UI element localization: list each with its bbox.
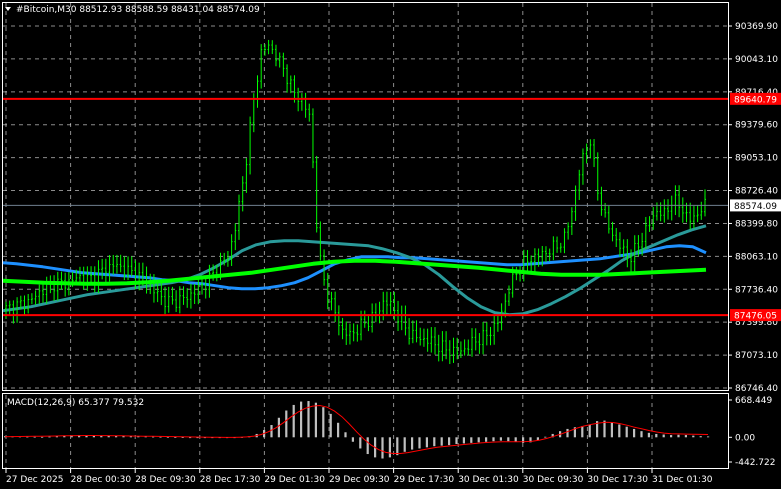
level-price-label: 87476.05 <box>734 312 777 322</box>
macd-histogram-bar <box>662 434 665 438</box>
macd-histogram-bar <box>499 437 502 441</box>
price-tick-label: 87073.10 <box>735 351 778 361</box>
macd-histogram-bar <box>440 437 443 446</box>
macd-histogram-bar <box>610 422 613 438</box>
current-price-label: 88574.09 <box>734 202 777 212</box>
price-tick-label: 88726.40 <box>735 187 778 197</box>
macd-histogram-bar <box>433 437 436 447</box>
macd-histogram-bar <box>448 437 451 446</box>
macd-histogram-bar <box>566 428 569 438</box>
macd-histogram-bar <box>647 432 650 438</box>
macd-histogram-bar <box>381 437 384 459</box>
time-tick-label: 30 Dec 01:30 <box>458 475 519 485</box>
time-tick-label: 28 Dec 17:30 <box>200 475 261 485</box>
macd-histogram-bar <box>411 437 414 450</box>
macd-histogram-bar <box>388 437 391 458</box>
price-tick-label: 90043.10 <box>735 55 778 65</box>
price-tick-label: 89053.10 <box>735 154 778 164</box>
macd-histogram-bar <box>285 410 288 438</box>
macd-histogram-bar <box>670 435 673 438</box>
macd-histogram-bar <box>603 420 606 438</box>
macd-histogram-bar <box>174 437 177 438</box>
macd-histogram-bar <box>707 436 710 438</box>
macd-histogram-bar <box>588 424 591 438</box>
macd-histogram-bar <box>677 434 680 438</box>
macd-histogram-bar <box>477 437 480 443</box>
time-tick-label: 28 Dec 00:30 <box>71 475 132 485</box>
macd-histogram-bar <box>640 431 643 438</box>
time-tick-label: 29 Dec 09:30 <box>329 475 390 485</box>
macd-histogram-bar <box>425 437 428 448</box>
macd-histogram-bar <box>181 437 184 438</box>
macd-histogram-bar <box>485 437 488 442</box>
macd-histogram-bar <box>455 437 458 444</box>
macd-histogram-bar <box>633 428 636 438</box>
macd-histogram-bar <box>351 437 354 442</box>
time-tick-label: 28 Dec 09:30 <box>135 475 196 485</box>
macd-histogram-bar <box>507 437 510 442</box>
chart-background <box>0 0 781 489</box>
trading-chart[interactable]: MACD(12,26,9) 65.377 79.532 668.449 0.00 -4… <box>0 0 781 489</box>
macd-histogram-bar <box>41 436 44 438</box>
price-tick-label: 87736.40 <box>735 285 778 295</box>
macd-histogram-bar <box>655 433 658 438</box>
macd-histogram-bar <box>403 437 406 452</box>
macd-histogram-bar <box>270 425 273 438</box>
symbol-info: #Bitcoin,M30 88512.93 88588.59 88431.04 … <box>16 5 260 15</box>
macd-histogram-bar <box>292 404 295 438</box>
macd-histogram-bar <box>470 437 473 443</box>
price-tick-label: 86746.40 <box>735 384 778 394</box>
time-tick-label: 31 Dec 01:30 <box>652 475 713 485</box>
macd-tick-label: -442.722 <box>735 458 775 468</box>
time-tick-label: 27 Dec 2025 <box>6 475 64 485</box>
macd-histogram-bar <box>359 437 362 449</box>
price-tick-label: 89379.60 <box>735 121 778 131</box>
time-tick-label: 30 Dec 17:30 <box>587 475 648 485</box>
macd-histogram-bar <box>366 437 369 455</box>
macd-histogram-bar <box>699 436 702 438</box>
macd-histogram-bar <box>492 437 495 442</box>
symbol-header: #Bitcoin,M30 88512.93 88588.59 88431.04 … <box>5 5 260 15</box>
macd-histogram-bar <box>618 424 621 438</box>
macd-histogram-bar <box>544 436 547 438</box>
time-tick-label: 29 Dec 17:30 <box>394 475 455 485</box>
macd-histogram-bar <box>418 437 421 449</box>
macd-histogram-bar <box>277 417 280 438</box>
macd-histogram-bar <box>684 435 687 438</box>
macd-histogram-bar <box>462 437 465 444</box>
level-price-label: 89640.79 <box>734 95 777 105</box>
macd-histogram-bar <box>396 437 399 456</box>
macd-histogram-bar <box>344 432 347 438</box>
macd-tick-label: 0.00 <box>735 433 755 443</box>
price-tick-label: 88399.80 <box>735 219 778 229</box>
macd-histogram-bar <box>314 402 317 438</box>
macd-histogram-bar <box>307 401 310 438</box>
macd-histogram-bar <box>33 436 36 438</box>
macd-histogram-bar <box>581 426 584 438</box>
macd-histogram-bar <box>625 426 628 438</box>
macd-histogram-bar <box>692 435 695 438</box>
macd-histogram-bar <box>329 413 332 438</box>
macd-histogram-bar <box>322 407 325 438</box>
macd-histogram-bar <box>514 437 517 442</box>
macd-histogram-bar <box>48 436 51 438</box>
price-tick-label: 88063.10 <box>735 252 778 262</box>
price-tick-label: 90369.90 <box>735 22 778 32</box>
macd-histogram-bar <box>536 437 539 441</box>
macd-tick-label: 668.449 <box>735 396 772 406</box>
time-tick-label: 30 Dec 09:30 <box>523 475 584 485</box>
time-tick-label: 29 Dec 01:30 <box>264 475 325 485</box>
macd-title: MACD(12,26,9) 65.377 79.532 <box>7 398 144 408</box>
macd-histogram-bar <box>300 401 303 438</box>
macd-histogram-bar <box>337 422 340 438</box>
